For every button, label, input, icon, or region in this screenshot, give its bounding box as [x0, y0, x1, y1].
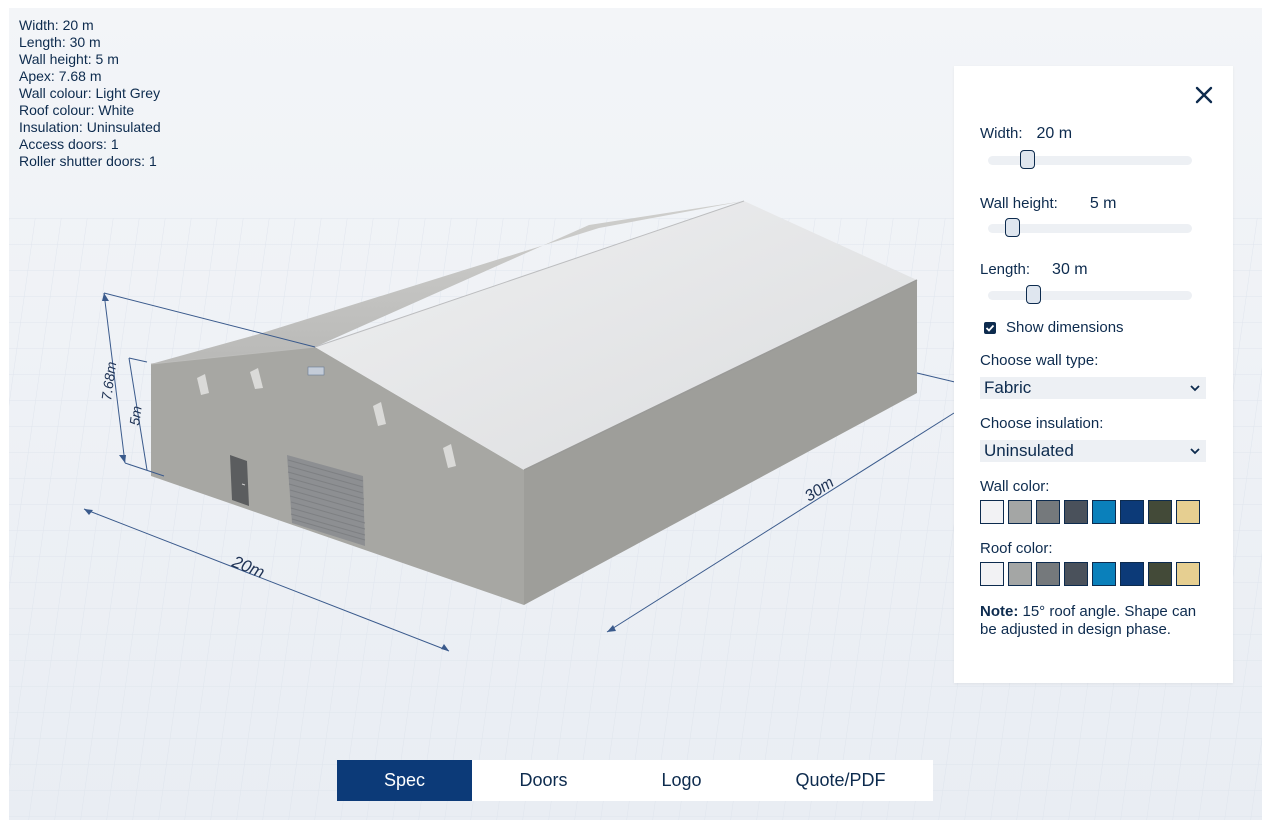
- color-swatch[interactable]: [1008, 500, 1032, 524]
- chevron-down-icon: [1190, 448, 1200, 455]
- spec-access-doors: Access doors: 1: [19, 136, 119, 152]
- tab-spec[interactable]: Spec: [337, 760, 472, 801]
- spec-apex: Apex: 7.68 m: [19, 68, 102, 84]
- spec-summary: Width: 20 m Length: 30 m Wall height: 5 …: [19, 17, 161, 170]
- wall-height-dimension-label: 5m: [126, 405, 145, 427]
- wall-color-swatches: [980, 500, 1200, 524]
- spec-wall-colour: Wall colour: Light Grey: [19, 85, 161, 101]
- spec-insulation: Insulation: Uninsulated: [19, 119, 161, 135]
- width-slider-thumb[interactable]: [1020, 150, 1035, 169]
- bottom-tabs: Spec Doors Logo Quote/PDF: [337, 760, 933, 801]
- length-label: Length: 30 m: [980, 261, 1088, 278]
- wall-height-label: Wall height: 5 m: [980, 195, 1117, 212]
- wall-type-label: Choose wall type:: [980, 352, 1099, 369]
- color-swatch[interactable]: [1036, 500, 1060, 524]
- checkmark-icon: [985, 324, 995, 332]
- color-swatch[interactable]: [1120, 500, 1144, 524]
- roof-angle-note: Note: 15° roof angle. Shape can be adjus…: [980, 603, 1197, 638]
- color-swatch[interactable]: [1148, 500, 1172, 524]
- chevron-down-icon: [1190, 385, 1200, 392]
- color-swatch[interactable]: [1092, 500, 1116, 524]
- show-dimensions-label: Show dimensions: [1006, 319, 1124, 336]
- tab-doors[interactable]: Doors: [472, 760, 615, 801]
- length-value: 30: [1052, 261, 1070, 278]
- spec-roof-colour: Roof colour: White: [19, 102, 135, 118]
- roof-color-swatches: [980, 562, 1200, 586]
- color-swatch[interactable]: [1176, 562, 1200, 586]
- spec-panel: Width: 20 m Wall height: 5 m Length: 30 m S…: [954, 66, 1233, 683]
- close-button[interactable]: [1193, 84, 1215, 106]
- tab-logo[interactable]: Logo: [615, 760, 748, 801]
- wall-height-slider-thumb[interactable]: [1005, 218, 1020, 237]
- show-dimensions-checkbox[interactable]: [984, 321, 996, 334]
- wall-color-label: Wall color:: [980, 478, 1050, 495]
- show-dimensions-toggle[interactable]: Show dimensions: [984, 319, 1124, 336]
- wall-type-select[interactable]: Fabric: [980, 377, 1206, 399]
- width-value: 20: [1036, 125, 1055, 142]
- wall-height-value: 5: [1089, 195, 1099, 212]
- spec-length: Length: 30 m: [19, 34, 101, 50]
- insulation-select[interactable]: Uninsulated: [980, 440, 1206, 462]
- roof-color-label: Roof color:: [980, 540, 1053, 557]
- color-swatch[interactable]: [1036, 562, 1060, 586]
- insulation-label: Choose insulation:: [980, 415, 1104, 432]
- color-swatch[interactable]: [1064, 500, 1088, 524]
- color-swatch[interactable]: [1064, 562, 1088, 586]
- color-swatch[interactable]: [1120, 562, 1144, 586]
- spec-width: Width: 20 m: [19, 17, 94, 33]
- length-slider-thumb[interactable]: [1026, 285, 1041, 304]
- access-door[interactable]: [230, 455, 249, 506]
- tab-quote-pdf[interactable]: Quote/PDF: [748, 760, 933, 801]
- 3d-viewport[interactable]: 7.68m 5m 20m 30m Width: 20 m Length: 30 …: [9, 8, 1262, 820]
- color-swatch[interactable]: [980, 500, 1004, 524]
- color-swatch[interactable]: [1148, 562, 1172, 586]
- color-swatch[interactable]: [1008, 562, 1032, 586]
- color-swatch[interactable]: [1092, 562, 1116, 586]
- color-swatch[interactable]: [1176, 500, 1200, 524]
- width-slider[interactable]: [988, 150, 1192, 169]
- length-slider[interactable]: [988, 285, 1192, 304]
- logo-placeholder: [307, 366, 325, 376]
- wall-height-slider[interactable]: [988, 218, 1192, 237]
- spec-roller-shutter-doors: Roller shutter doors: 1: [19, 153, 157, 169]
- width-label: Width: 20 m: [980, 125, 1073, 142]
- color-swatch[interactable]: [980, 562, 1004, 586]
- close-icon: [1195, 86, 1213, 104]
- spec-wall-height: Wall height: 5 m: [19, 51, 119, 67]
